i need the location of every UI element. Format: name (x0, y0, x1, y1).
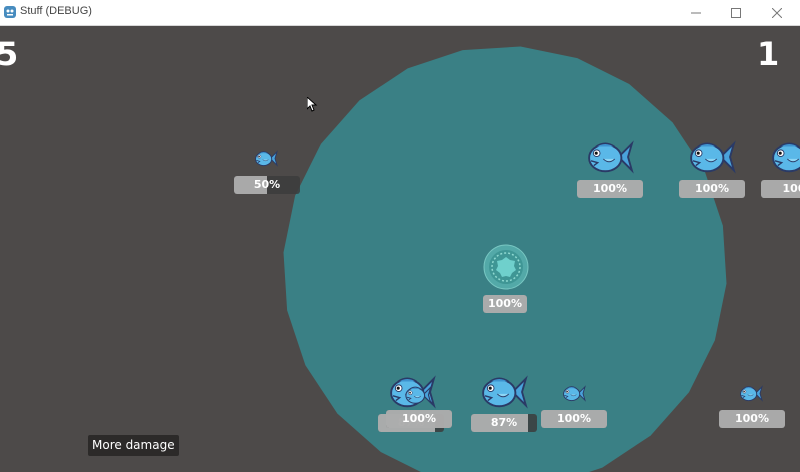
window-titlebar[interactable]: Stuff (DEBUG) (0, 0, 800, 26)
enemy-health-bar: 87% (471, 414, 537, 432)
maximize-icon (731, 7, 741, 18)
fish-icon[interactable] (254, 149, 278, 168)
maximize-button[interactable] (716, 0, 756, 25)
enemy-health-label: 100% (593, 182, 627, 195)
left-counter: 5 (0, 35, 19, 73)
enemy-health-label: 100 (782, 182, 800, 195)
turret-icon[interactable] (483, 244, 529, 290)
tower-health-bar: 100% (483, 295, 527, 313)
enemy-health-label: 100% (735, 412, 769, 425)
enemy-health-label: 50% (253, 178, 281, 191)
enemy-health-label: 100% (557, 412, 591, 425)
enemy-health-bar: 100 (761, 180, 800, 198)
enemy-health-label: 100% (402, 412, 436, 425)
more-damage-button[interactable]: More damage (88, 435, 179, 456)
mouse-cursor-icon (307, 97, 318, 112)
window-title: Stuff (DEBUG) (20, 5, 92, 17)
fish-icon[interactable] (586, 138, 634, 176)
enemy-health-bar: 100% (386, 410, 452, 428)
fish-icon[interactable] (404, 384, 432, 406)
fish-icon[interactable] (480, 373, 528, 411)
enemy-health-bar: 50% (234, 176, 300, 194)
fish-icon[interactable] (770, 138, 800, 176)
right-counter: 1 (757, 35, 780, 73)
enemy-fish[interactable] (404, 384, 432, 406)
enemy-fish[interactable] (688, 138, 736, 176)
enemy-health-bar: 100% (679, 180, 745, 198)
enemy-fish[interactable] (770, 138, 800, 176)
enemy-fish[interactable] (254, 149, 278, 168)
enemy-health-bar: 100% (719, 410, 785, 428)
game-viewport[interactable]: 5 1 100% 50% 100% 100% 10 100% 87% 100% … (0, 25, 800, 472)
enemy-health-bar: 100% (577, 180, 643, 198)
enemy-fish[interactable] (480, 373, 528, 411)
enemy-fish[interactable] (586, 138, 634, 176)
app-icon (4, 6, 16, 18)
enemy-fish[interactable] (562, 384, 586, 403)
minimize-icon (691, 12, 701, 13)
close-icon (772, 7, 782, 18)
fish-icon[interactable] (688, 138, 736, 176)
close-button[interactable] (757, 0, 797, 25)
fish-icon[interactable] (562, 384, 586, 403)
enemy-fish[interactable] (739, 384, 763, 403)
fish-icon[interactable] (739, 384, 763, 403)
minimize-button[interactable] (676, 0, 716, 25)
enemy-health-label: 87% (490, 416, 518, 429)
tower-health-label: 100% (488, 297, 522, 310)
enemy-health-bar: 100% (541, 410, 607, 428)
enemy-health-label: 100% (695, 182, 729, 195)
